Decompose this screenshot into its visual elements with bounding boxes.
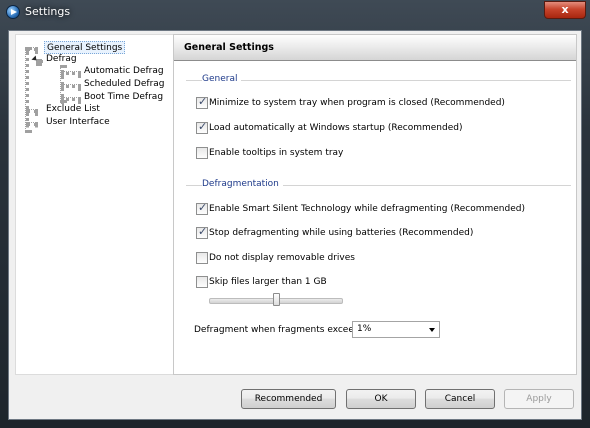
tree-item-exclude-list[interactable]: Exclude List [44, 103, 102, 116]
tree-connector [26, 47, 38, 51]
option-label: Stop defragmenting while using batteries… [209, 228, 474, 238]
option-label: Skip files larger than 1 GB [209, 277, 327, 287]
window-title: Settings [25, 5, 71, 18]
recommended-button[interactable]: Recommended [241, 389, 336, 409]
option-label: Enable Smart Silent Technology while def… [209, 204, 525, 214]
apply-button[interactable]: Apply [504, 389, 574, 409]
tree-connector [25, 47, 29, 133]
option-label: Load automatically at Windows startup (R… [209, 123, 463, 133]
ok-button[interactable]: OK [346, 389, 416, 409]
tree-connector [61, 71, 81, 75]
tree-item-scheduled-defrag[interactable]: Scheduled Defrag [82, 78, 167, 91]
fragments-threshold-dropdown[interactable]: 1% [352, 321, 440, 338]
fragments-label: Defragment when fragments exceed: [194, 325, 363, 335]
settings-panel: General Settings General Minimize to sys… [173, 34, 577, 375]
panel-title: General Settings [184, 42, 274, 53]
option-label: Minimize to system tray when program is … [209, 98, 505, 108]
checkbox[interactable] [196, 225, 208, 239]
checkbox[interactable] [196, 276, 208, 288]
checkbox[interactable] [196, 95, 208, 109]
option-label: Enable tooltips in system tray [209, 148, 344, 158]
checkbox[interactable] [196, 252, 208, 264]
tree-connector [26, 109, 38, 113]
tree-connector [61, 84, 81, 88]
tree-connector [61, 97, 81, 101]
checkbox[interactable] [196, 120, 208, 134]
tree-item-automatic-defrag[interactable]: Automatic Defrag [82, 65, 166, 78]
client-area: General Settings Defrag Automatic Defrag… [8, 30, 582, 420]
tree-connector [26, 122, 38, 126]
checkbox[interactable] [196, 201, 208, 215]
tree-item-defrag[interactable]: Defrag [44, 53, 79, 66]
dropdown-value: 1% [357, 324, 372, 334]
group-label-general: General [202, 74, 242, 84]
file-size-slider-thumb[interactable] [272, 293, 280, 306]
group-divider [186, 80, 571, 81]
app-icon [6, 5, 20, 19]
option-label: Do not display removable drives [209, 253, 355, 263]
chevron-down-icon [429, 328, 435, 332]
settings-tree: General Settings Defrag Automatic Defrag… [15, 34, 178, 375]
close-button[interactable]: x [544, 1, 586, 19]
title-bar[interactable]: Settings x [0, 0, 590, 24]
settings-window: Settings x General Settings Defrag Autom… [0, 0, 590, 428]
panel-header: General Settings [174, 35, 576, 61]
tree-item-user-interface[interactable]: User Interface [44, 116, 112, 129]
group-label-defragmentation: Defragmentation [202, 179, 283, 189]
cancel-button[interactable]: Cancel [425, 389, 495, 409]
checkbox[interactable] [196, 147, 208, 159]
